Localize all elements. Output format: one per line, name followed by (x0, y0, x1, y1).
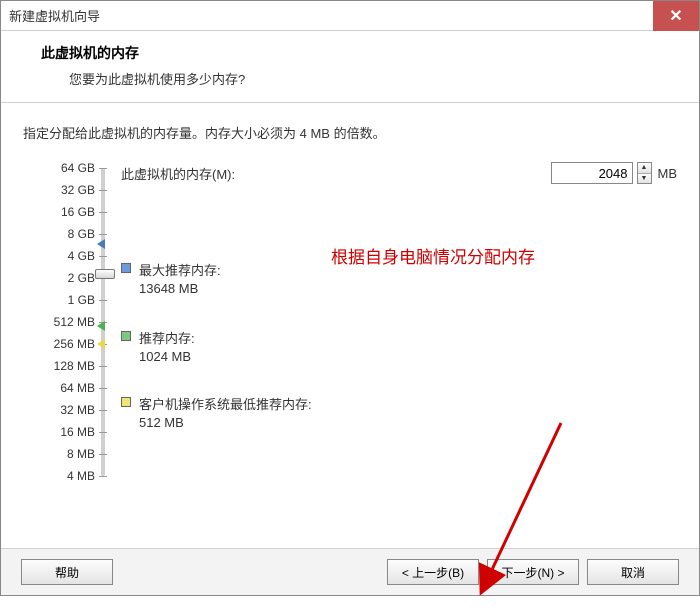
min-memory-value: 512 MB (139, 415, 312, 430)
scale-label: 32 MB (60, 403, 95, 417)
min-memory-marker: 客户机操作系统最低推荐内存: 512 MB (121, 394, 312, 430)
slider-tick (99, 256, 107, 257)
scale-label: 32 GB (61, 183, 95, 197)
page-subtitle: 您要为此虚拟机使用多少内存? (41, 69, 675, 88)
triangle-green-icon (97, 321, 105, 331)
triangle-blue-icon (97, 239, 105, 249)
triangle-yellow-icon (97, 339, 105, 349)
spinner-down[interactable]: ▼ (638, 174, 651, 184)
back-button[interactable]: < 上一步(B) (387, 559, 479, 585)
help-button[interactable]: 帮助 (21, 559, 113, 585)
min-marker-pointer (97, 336, 105, 349)
memory-details: 此虚拟机的内存(M): ▲ ▼ MB (121, 162, 677, 482)
scale-label: 8 GB (68, 227, 95, 241)
slider-tick (99, 432, 107, 433)
square-blue-icon (121, 263, 131, 273)
memory-input[interactable] (551, 162, 633, 184)
max-memory-marker: 最大推荐内存: 13648 MB (121, 260, 221, 296)
annotation-text: 根据自身电脑情况分配内存 (331, 243, 683, 268)
rec-memory-marker: 推荐内存: 1024 MB (121, 328, 195, 364)
titlebar: 新建虚拟机向导 ✕ (1, 1, 699, 31)
slider-tick (99, 168, 107, 169)
slider-thumb[interactable] (95, 269, 115, 279)
cancel-button[interactable]: 取消 (587, 559, 679, 585)
square-yellow-icon (121, 397, 131, 407)
close-button[interactable]: ✕ (653, 1, 699, 31)
scale-label: 64 MB (60, 381, 95, 395)
memory-label: 此虚拟机的内存(M): (121, 164, 235, 183)
slider-tick (99, 212, 107, 213)
slider-tick (99, 454, 107, 455)
memory-area: 64 GB 32 GB 16 GB 8 GB 4 GB 2 GB 1 GB 512 MB 256… (23, 162, 677, 482)
scale-label: 16 GB (61, 205, 95, 219)
max-memory-value: 13648 MB (139, 281, 221, 296)
min-memory-label: 客户机操作系统最低推荐内存: (139, 394, 312, 413)
memory-spinner: ▲ ▼ (637, 162, 652, 184)
slider-tick (99, 366, 107, 367)
wizard-footer: 帮助 < 上一步(B) 下一步(N) > 取消 (1, 548, 699, 595)
page-title: 此虚拟机的内存 (41, 43, 675, 63)
slider-tick (99, 388, 107, 389)
wizard-window: 新建虚拟机向导 ✕ 此虚拟机的内存 您要为此虚拟机使用多少内存? 指定分配给此虚… (0, 0, 700, 596)
scale-label: 256 MB (54, 337, 95, 351)
scale-label: 64 GB (61, 161, 95, 175)
instruction-text: 指定分配给此虚拟机的内存量。内存大小必须为 4 MB 的倍数。 (23, 123, 677, 142)
memory-input-row: 此虚拟机的内存(M): ▲ ▼ MB (121, 162, 677, 184)
next-button[interactable]: 下一步(N) > (487, 559, 579, 585)
max-memory-label: 最大推荐内存: (139, 260, 221, 279)
rec-marker-pointer (97, 318, 105, 331)
scale-label: 4 MB (67, 469, 95, 483)
scale-label: 8 MB (67, 447, 95, 461)
content-area: 指定分配给此虚拟机的内存量。内存大小必须为 4 MB 的倍数。 64 GB 32 … (1, 103, 699, 548)
max-marker-pointer (97, 236, 105, 249)
scale-label: 512 MB (54, 315, 95, 329)
memory-unit: MB (658, 166, 678, 181)
wizard-header: 此虚拟机的内存 您要为此虚拟机使用多少内存? (1, 31, 699, 103)
scale-label: 128 MB (54, 359, 95, 373)
memory-input-group: ▲ ▼ MB (551, 162, 678, 184)
rec-memory-value: 1024 MB (139, 349, 195, 364)
square-green-icon (121, 331, 131, 341)
spinner-up[interactable]: ▲ (638, 163, 651, 174)
slider-tick (99, 410, 107, 411)
slider-tick (99, 300, 107, 301)
scale-label: 4 GB (68, 249, 95, 263)
scale-label: 2 GB (68, 271, 95, 285)
slider-tick (99, 476, 107, 477)
close-icon: ✕ (669, 6, 682, 26)
slider-tick (99, 234, 107, 235)
nav-button-group: < 上一步(B) 下一步(N) > 取消 (387, 559, 679, 585)
window-title: 新建虚拟机向导 (9, 6, 100, 25)
scale-label: 16 MB (60, 425, 95, 439)
slider-tick (99, 190, 107, 191)
rec-memory-label: 推荐内存: (139, 328, 195, 347)
scale-label: 1 GB (68, 293, 95, 307)
